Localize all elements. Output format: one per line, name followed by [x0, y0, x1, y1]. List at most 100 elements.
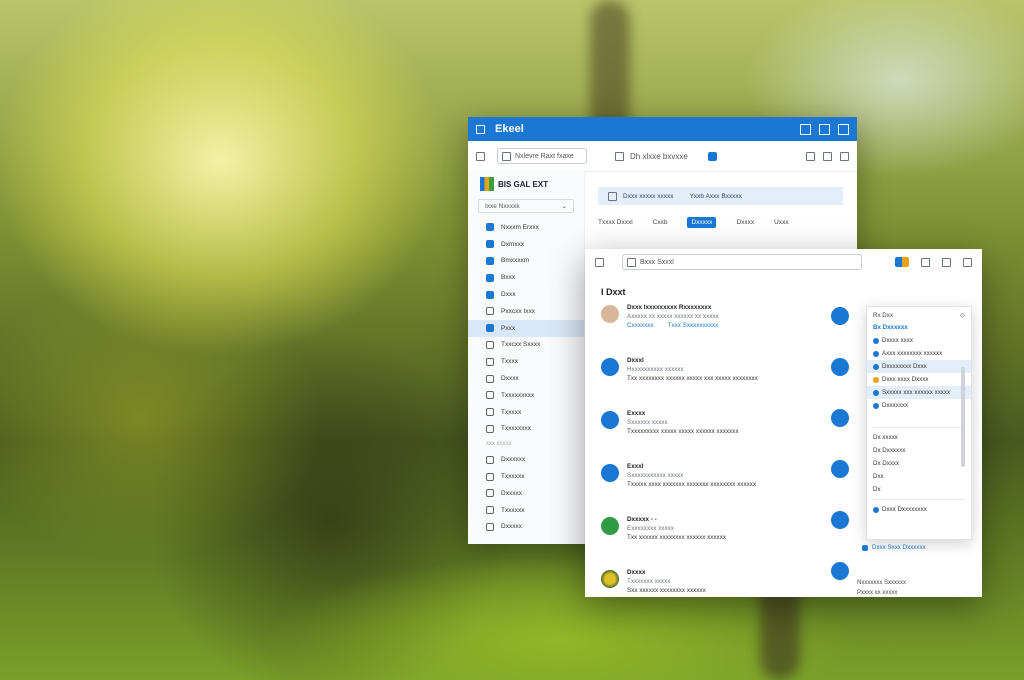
sidebar-item[interactable]: Dxxx	[468, 286, 584, 303]
sidebar-item[interactable]: Txxxxxx	[468, 502, 584, 519]
sidebar-item[interactable]: Dxxxxx	[468, 519, 584, 536]
sidebar-item[interactable]: Txxxx	[468, 353, 584, 370]
feed-item[interactable]: Exxxx Sxxxxxx xxxxx Txxxxxxxxx xxxxx xxxxx…	[601, 409, 821, 462]
sidebar-item-label: Dxmxxx	[501, 240, 525, 248]
avatar[interactable]	[601, 517, 619, 535]
dropdown-item[interactable]: Dx xxxxx	[867, 431, 971, 444]
menu-icon[interactable]	[476, 151, 485, 161]
dropdown-item[interactable]: Dx Dxxxxxx	[867, 444, 971, 457]
dropdown-item[interactable]: Dx Dxxxx	[867, 457, 971, 470]
close-button[interactable]	[963, 257, 972, 267]
sidebar-item[interactable]: Txxxxxxxxx	[468, 387, 584, 404]
minimize-button[interactable]	[921, 257, 930, 267]
maximize-button[interactable]	[819, 123, 830, 135]
feed-item-meta: Axxxxx xx xxxxx xxxxxx xx xxxxx	[627, 313, 719, 321]
avatar[interactable]	[831, 562, 849, 580]
sidebar-item[interactable]: Txxxxx	[468, 404, 584, 421]
feed-item[interactable]: Dxxxxx - - Exxxxxxxx xxxxx Txx xxxxxx xxxx…	[601, 515, 821, 568]
minimize-button[interactable]	[800, 123, 811, 135]
filter-icon[interactable]	[806, 151, 815, 161]
avatar[interactable]	[831, 358, 849, 376]
dropdown-item[interactable]: Axxx xxxxxxxx xxxxxx	[867, 347, 971, 360]
outline-icon	[486, 424, 494, 433]
feed-item[interactable]: Exxxl Sxxxxxxxxxxx xxxxx Txxxxx xxxx xxxxx…	[601, 462, 821, 515]
activity-feed: Dxxx Ixxxxxxxxx Rxxxxxxxx Axxxxx xx xxxxx…	[601, 303, 821, 597]
avatar[interactable]	[831, 409, 849, 427]
feed-item-text: Txx xxxxxxxx xxxxxx xxxxx xxx xxxxx xxxx…	[627, 375, 758, 383]
avatar[interactable]	[601, 464, 619, 482]
avatar[interactable]	[601, 570, 619, 588]
dropdown-item-label: Dx Dxxxx	[873, 460, 900, 467]
avatar[interactable]	[601, 305, 619, 323]
avatar[interactable]	[601, 358, 619, 376]
sidebar-nav: Nxxxm Erxxx Dxmxxx Bmxxxxm Bxxx Dxxx Pxxcxx I…	[468, 219, 584, 437]
sidebar-item[interactable]: Nxxxm Erxxx	[468, 219, 584, 236]
sidebar-item[interactable]: Dxxxxxx	[468, 451, 584, 468]
avatar[interactable]	[831, 307, 849, 325]
tab[interactable]: Dxxxxx	[687, 217, 717, 228]
sidebar-item-label: Pxxcxx Ixxx	[501, 307, 535, 315]
settings-icon[interactable]	[823, 151, 832, 161]
dropdown-item[interactable]: Dxxx xxxx Dxxxx	[867, 373, 971, 386]
app-badge-icon[interactable]	[895, 257, 909, 267]
feed-item-body: Dxxxxx - - Exxxxxxxx xxxxx Txx xxxxxx xxxx…	[627, 515, 726, 568]
maximize-button[interactable]	[942, 257, 951, 267]
scrollbar[interactable]	[961, 367, 965, 467]
sidebar-item[interactable]: Pxxcxx Ixxx	[468, 303, 584, 320]
dropdown-item[interactable]: Dxxxx xxxx	[867, 334, 971, 347]
feed-item-link[interactable]: Txxx Sxxxxxxxxxx	[668, 321, 719, 330]
dropdown-item[interactable]: Dxx	[867, 470, 971, 483]
sidebar-filter[interactable]: Ixxe Nxxxxk ⌄	[478, 199, 574, 213]
avatar[interactable]	[601, 411, 619, 429]
dropdown-item[interactable]: Dx	[867, 483, 971, 496]
sidebar-item[interactable]: Dxmxxx	[468, 236, 584, 253]
sidebar-item[interactable]: Bxxx	[468, 269, 584, 286]
feed-item-text: Txxxxxxxxx xxxxx xxxxx xxxxxx xxxxxxx	[627, 428, 739, 436]
feed-item-meta: Exxxxxxxx xxxxx	[627, 525, 674, 533]
search-input[interactable]: Nxlevre Raxt fxaxe	[497, 148, 587, 164]
menu-icon[interactable]	[595, 257, 604, 267]
dropdown-item[interactable]: Dxxxxxxx	[867, 399, 971, 412]
calendar-icon[interactable]	[707, 151, 717, 161]
dropdown-item[interactable]: Sxxxxx xxx xxxxxx xxxxx	[867, 386, 971, 399]
feed-item-meta: Txxxxxxx xxxxx	[627, 578, 671, 586]
sidebar-item[interactable]: Txxxxxxxx	[468, 421, 584, 438]
outline-icon	[486, 472, 494, 481]
grid-icon[interactable]	[840, 151, 849, 161]
page-title: I Dxxt	[601, 287, 626, 297]
home-icon[interactable]	[615, 151, 624, 161]
feed-item[interactable]: Dxxxx Txxxxxxx xxxxx Sxx xxxxxx xxxxxxxx x…	[601, 568, 821, 597]
status-icon	[873, 363, 879, 370]
dropdown-item[interactable]: Dxxxxxxxx Dxxx	[867, 360, 971, 373]
info-bar: Dxxx xxxxx xxxxx Yxxb Axxx Bxxxxx	[598, 187, 843, 205]
tab[interactable]: Dxxxx	[736, 219, 754, 226]
avatar[interactable]	[831, 511, 849, 529]
close-button[interactable]	[838, 123, 849, 135]
sidebar-item[interactable]: Dxxxx	[468, 370, 584, 387]
feed-item-name: Dxxxl	[627, 357, 644, 364]
right-column-text: Nxxxxxxx Sxxxxxx Pxxxx xx xxxxx	[857, 579, 977, 597]
info-link[interactable]: Yxxb Axxx Bxxxxx	[690, 193, 742, 200]
tab[interactable]: Uxxx	[774, 219, 788, 226]
app-icon	[476, 124, 485, 134]
blue-square-icon	[486, 256, 494, 265]
feed-item-link[interactable]: Cxxxxxxx	[627, 321, 654, 330]
tab[interactable]: Txxxx Dxxxl	[598, 219, 633, 226]
feed-item[interactable]: Dxxx Ixxxxxxxxx Rxxxxxxxx Axxxxx xx xxxxx…	[601, 303, 821, 356]
pin-icon[interactable]: ◇	[960, 312, 965, 319]
avatar[interactable]	[831, 460, 849, 478]
sidebar-item-label: Txxxxx	[501, 408, 522, 416]
sidebar-item-label: Txxcxx Sxxxx	[501, 341, 541, 349]
tab[interactable]: Cxxb	[653, 219, 668, 226]
bottom-link[interactable]: Dxxx Sxxx Dxxxxxx	[862, 544, 926, 551]
feed-item-name: Dxxxx	[627, 569, 646, 576]
sidebar-item-label: Pxxx	[501, 324, 516, 332]
sidebar-item[interactable]: Dxxxxx	[468, 485, 584, 502]
dropdown-footer[interactable]: Dxxx Dxxxxxxxx	[867, 503, 971, 516]
sidebar-item[interactable]: Txxxxxx	[468, 468, 584, 485]
sidebar-item[interactable]: Txxcxx Sxxxx	[468, 337, 584, 354]
search-input[interactable]: Bxxx Sxxxl	[622, 254, 862, 270]
sidebar-item[interactable]: Bmxxxxm	[468, 253, 584, 270]
sidebar-item[interactable]: Pxxx	[468, 319, 584, 337]
feed-item[interactable]: Dxxxl Hxxxxxxxxxx xxxxxx Txx xxxxxxxx xxxx…	[601, 356, 821, 409]
